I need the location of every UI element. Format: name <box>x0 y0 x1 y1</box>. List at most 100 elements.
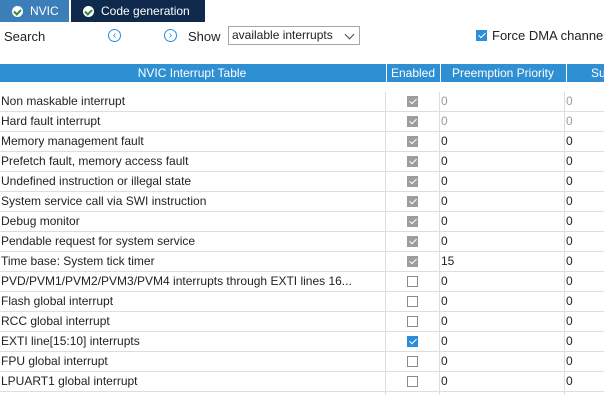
enabled-cell <box>386 172 438 191</box>
table-row[interactable]: EXTI line[15:10] interrupts 0 0 <box>0 332 604 352</box>
tab-code-generation[interactable]: Code generation <box>71 0 205 22</box>
sub-priority-value[interactable]: 0 <box>566 212 604 231</box>
table-row[interactable]: Hard fault interrupt 0 0 <box>0 112 604 132</box>
column-header-enabled[interactable]: Enabled <box>386 64 439 82</box>
enabled-cell <box>386 212 438 231</box>
preemption-priority-value[interactable]: 0 <box>440 292 565 311</box>
table-row[interactable]: Pendable request for system service 0 0 <box>0 232 604 252</box>
enabled-checkbox <box>406 116 418 127</box>
preemption-priority-value[interactable]: 0 <box>440 172 565 191</box>
table-row[interactable]: System service call via SWI instruction 0… <box>0 192 604 212</box>
interrupt-name: Time base: System tick timer <box>1 254 155 268</box>
enabled-checkbox[interactable] <box>406 296 418 307</box>
enabled-cell <box>386 252 438 271</box>
preemption-priority-value[interactable]: 0 <box>440 192 565 211</box>
table-row[interactable]: FPU global interrupt 0 0 <box>0 352 604 372</box>
sub-priority-value[interactable]: 0 <box>566 372 604 391</box>
enabled-checkbox[interactable] <box>406 336 418 347</box>
table-row[interactable]: Time base: System tick timer 15 0 <box>0 252 604 272</box>
table-header: NVIC Interrupt Table Enabled Preemption … <box>0 64 604 82</box>
enabled-checkbox[interactable] <box>406 276 418 287</box>
interrupt-name: Debug monitor <box>1 214 80 228</box>
enabled-cell <box>386 152 438 171</box>
force-dma-option[interactable]: Force DMA channe <box>476 28 603 43</box>
force-dma-checkbox[interactable] <box>476 30 487 41</box>
enabled-checkbox <box>406 136 418 147</box>
interrupt-name: Non maskable interrupt <box>1 94 126 108</box>
interrupt-name: EXTI line[15:10] interrupts <box>1 334 140 348</box>
sub-priority-value[interactable]: 0 <box>566 272 604 291</box>
preemption-priority-value[interactable]: 0 <box>440 212 565 231</box>
enabled-cell <box>386 132 438 151</box>
table-row[interactable]: Debug monitor 0 0 <box>0 212 604 232</box>
sub-priority-value[interactable]: 0 <box>566 152 604 171</box>
interrupt-name: Hard fault interrupt <box>1 114 101 128</box>
sub-priority-value[interactable]: 0 <box>566 312 604 331</box>
interrupt-name: Flash global interrupt <box>1 294 114 308</box>
sub-priority-value[interactable]: 0 <box>566 192 604 211</box>
table-row[interactable]: RCC global interrupt 0 0 <box>0 312 604 332</box>
tab-code-generation-label: Code generation <box>101 4 190 18</box>
preemption-priority-value: 0 <box>441 114 448 128</box>
preemption-priority-value[interactable]: 0 <box>440 312 565 331</box>
preemption-priority-value[interactable]: 0 <box>440 232 565 251</box>
table-row[interactable]: Flash global interrupt 0 0 <box>0 292 604 312</box>
enabled-checkbox[interactable] <box>406 356 418 367</box>
search-previous-button[interactable]: ‹ <box>108 29 121 42</box>
enabled-cell <box>386 192 438 211</box>
enabled-cell <box>386 232 438 251</box>
table-row[interactable]: LPUART1 global interrupt 0 0 <box>0 372 604 392</box>
sub-priority-value[interactable]: 0 <box>566 332 604 351</box>
sub-priority-value[interactable]: 0 <box>566 352 604 371</box>
table-row[interactable]: Undefined instruction or illegal state 0 0 <box>0 172 604 192</box>
show-label: Show <box>188 29 221 44</box>
enabled-cell <box>386 332 438 351</box>
preemption-priority-value: 0 <box>441 94 448 108</box>
enabled-checkbox <box>406 176 418 187</box>
preemption-priority-value[interactable]: 0 <box>440 272 565 291</box>
table-row[interactable]: PVD/PVM1/PVM2/PVM3/PVM4 interrupts throu… <box>0 272 604 292</box>
show-filter-value: available interrupts <box>232 28 333 42</box>
interrupt-name: Prefetch fault, memory access fault <box>1 154 189 168</box>
enabled-cell <box>386 372 438 391</box>
preemption-priority-value[interactable]: 0 <box>440 152 565 171</box>
preemption-priority-value[interactable]: 0 <box>440 372 565 391</box>
tab-bar: NVIC Code generation <box>0 0 604 22</box>
interrupt-name: Undefined instruction or illegal state <box>1 174 192 188</box>
table-row[interactable]: Memory management fault 0 0 <box>0 132 604 152</box>
preemption-priority-value[interactable]: 15 <box>440 252 565 271</box>
column-header-preemption-priority[interactable]: Preemption Priority <box>440 64 565 82</box>
interrupt-name: Pendable request for system service <box>1 234 196 248</box>
column-header-sub-priority[interactable]: Su <box>566 64 604 82</box>
search-next-button[interactable]: › <box>164 29 177 42</box>
sub-priority-value[interactable]: 0 <box>566 292 604 311</box>
enabled-checkbox <box>406 256 418 267</box>
interrupt-table-body: Non maskable interrupt 0 0 Hard fault inter… <box>0 92 604 392</box>
enabled-cell <box>386 352 438 371</box>
sub-priority-value: 0 <box>566 94 573 108</box>
preemption-priority-value[interactable]: 0 <box>440 352 565 371</box>
sub-priority-value[interactable]: 0 <box>566 232 604 251</box>
preemption-priority-value[interactable]: 0 <box>440 332 565 351</box>
column-header-interrupt[interactable]: NVIC Interrupt Table <box>0 64 384 82</box>
check-circle-icon <box>83 5 94 17</box>
search-label: Search <box>4 29 46 44</box>
enabled-checkbox[interactable] <box>406 376 418 387</box>
force-dma-label: Force DMA channe <box>492 28 604 43</box>
preemption-priority-value[interactable]: 0 <box>440 132 565 151</box>
sub-priority-value[interactable]: 0 <box>566 132 604 151</box>
enabled-cell <box>386 272 438 291</box>
enabled-checkbox <box>406 216 418 227</box>
enabled-checkbox <box>406 156 418 167</box>
table-row[interactable]: Prefetch fault, memory access fault 0 0 <box>0 152 604 172</box>
sub-priority-value[interactable]: 0 <box>566 172 604 191</box>
enabled-cell <box>386 292 438 311</box>
sub-priority-value[interactable]: 0 <box>566 252 604 271</box>
enabled-checkbox[interactable] <box>406 316 418 327</box>
interrupt-name: RCC global interrupt <box>1 314 110 328</box>
enabled-cell <box>386 312 438 331</box>
show-filter-select[interactable]: available interrupts <box>228 26 360 45</box>
table-row[interactable]: Non maskable interrupt 0 0 <box>0 92 604 112</box>
enabled-cell <box>386 112 438 131</box>
tab-nvic[interactable]: NVIC <box>0 0 69 22</box>
